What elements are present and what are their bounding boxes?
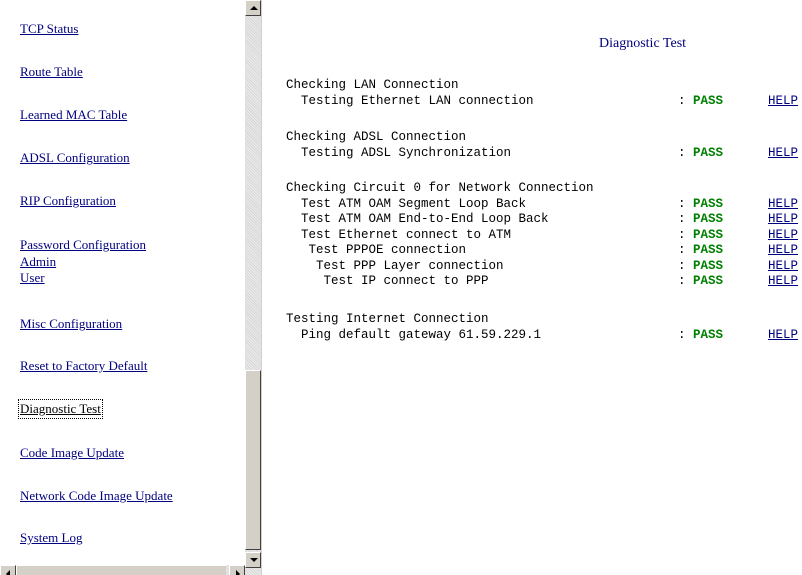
scroll-up-button[interactable] xyxy=(245,0,261,16)
test-colon: : xyxy=(678,146,686,160)
help-link[interactable]: HELP xyxy=(768,94,798,108)
nav-link-code-image-update[interactable]: Code Image Update xyxy=(20,445,124,461)
test-label: Test ATM OAM End-to-End Loop Back xyxy=(286,212,549,226)
help-link[interactable]: HELP xyxy=(768,197,798,211)
arrow-up-icon xyxy=(250,6,258,10)
test-colon: : xyxy=(678,243,686,257)
nav-link-diagnostic-test[interactable]: Diagnostic Test xyxy=(18,399,103,419)
test-result-pass: PASS xyxy=(693,259,724,273)
test-colon: : xyxy=(678,94,686,108)
section-heading-lan: Checking LAN Connection xyxy=(286,78,459,92)
test-colon: : xyxy=(678,274,686,288)
scroll-left-button[interactable] xyxy=(0,565,16,575)
section-heading-circuit: Checking Circuit 0 for Network Connectio… xyxy=(286,181,594,195)
nav-link-system-log[interactable]: System Log xyxy=(20,530,82,546)
page-title: Diagnostic Test xyxy=(599,36,687,51)
horizontal-scroll-thumb[interactable] xyxy=(16,565,226,575)
test-colon: : xyxy=(678,259,686,273)
nav-link-adsl-configuration[interactable]: ADSL Configuration xyxy=(20,150,130,166)
test-result-pass: PASS xyxy=(693,197,724,211)
help-link[interactable]: HELP xyxy=(768,146,798,160)
test-colon: : xyxy=(678,228,686,242)
test-label: Testing ADSL Synchronization xyxy=(286,146,512,160)
test-result-pass: PASS xyxy=(693,94,724,108)
test-colon: : xyxy=(678,212,686,226)
nav-link-tcp-status[interactable]: TCP Status xyxy=(20,21,78,37)
test-result-pass: PASS xyxy=(693,212,724,226)
nav-link-admin[interactable]: Admin xyxy=(20,254,56,270)
help-link[interactable]: HELP xyxy=(768,259,798,273)
test-result-pass: PASS xyxy=(693,274,724,288)
nav-link-learned-mac-table[interactable]: Learned MAC Table xyxy=(20,107,127,123)
vertical-scroll-thumb[interactable] xyxy=(245,370,261,550)
help-link[interactable]: HELP xyxy=(768,243,798,257)
test-label: Test IP connect to PPP xyxy=(286,274,489,288)
arrow-left-icon xyxy=(6,570,10,575)
nav-link-network-code-image-update[interactable]: Network Code Image Update xyxy=(20,488,173,504)
test-label: Test ATM OAM Segment Loop Back xyxy=(286,197,527,211)
nav-frame: TCP Status Route Table Learned MAC Table… xyxy=(0,0,245,575)
frame-divider[interactable] xyxy=(261,0,273,575)
arrow-down-icon xyxy=(250,558,258,562)
nav-link-misc-configuration[interactable]: Misc Configuration xyxy=(20,316,122,332)
test-result-pass: PASS xyxy=(693,228,724,242)
horizontal-scrollbar[interactable] xyxy=(0,565,245,575)
help-link[interactable]: HELP xyxy=(768,228,798,242)
test-colon: : xyxy=(678,197,686,211)
test-result-pass: PASS xyxy=(693,328,724,342)
help-link[interactable]: HELP xyxy=(768,328,798,342)
vertical-scrollbar[interactable] xyxy=(245,0,261,575)
nav-link-user[interactable]: User xyxy=(20,270,45,286)
section-heading-adsl: Checking ADSL Connection xyxy=(286,130,467,144)
nav-link-reset-factory-default[interactable]: Reset to Factory Default xyxy=(20,358,147,374)
test-label: Test PPP Layer connection xyxy=(286,259,504,273)
help-link[interactable]: HELP xyxy=(768,212,798,226)
help-link[interactable]: HELP xyxy=(768,274,798,288)
arrow-right-icon xyxy=(236,570,240,575)
nav-link-password-configuration[interactable]: Password Configuration xyxy=(20,237,146,253)
test-result-pass: PASS xyxy=(693,146,724,160)
nav-link-route-table[interactable]: Route Table xyxy=(20,64,83,80)
test-colon: : xyxy=(678,328,686,342)
test-result-pass: PASS xyxy=(693,243,724,257)
nav-link-rip-configuration[interactable]: RIP Configuration xyxy=(20,193,116,209)
test-label: Testing Ethernet LAN connection xyxy=(286,94,534,108)
scroll-down-button[interactable] xyxy=(245,552,261,568)
scroll-right-button[interactable] xyxy=(229,565,245,575)
content-frame: Diagnostic Test Checking LAN Connection … xyxy=(273,0,802,575)
section-heading-internet: Testing Internet Connection xyxy=(286,312,489,326)
test-label: Ping default gateway 61.59.229.1 xyxy=(286,328,542,342)
test-label: Test PPPOE connection xyxy=(286,243,467,257)
test-label: Test Ethernet connect to ATM xyxy=(286,228,512,242)
